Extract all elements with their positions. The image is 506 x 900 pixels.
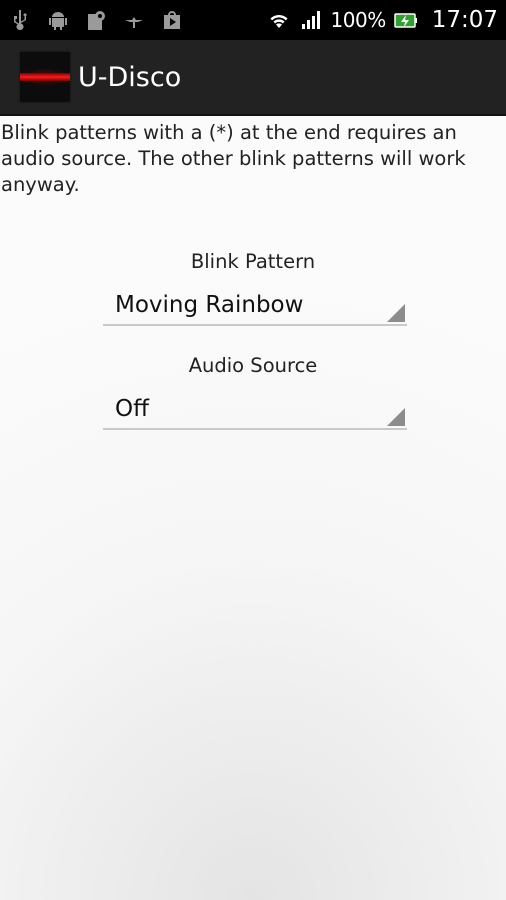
clock: 17:07 xyxy=(431,7,498,33)
battery-charging-icon xyxy=(393,8,418,32)
blink-pattern-label: Blink Pattern xyxy=(190,250,316,273)
android-debug-icon xyxy=(46,8,70,32)
play-store-icon xyxy=(160,8,184,32)
media-icon xyxy=(84,8,108,32)
info-text: Blink patterns with a (*) at the end req… xyxy=(1,121,466,196)
blink-pattern-spinner[interactable]: Moving Rainbow xyxy=(103,286,407,326)
app-icon[interactable] xyxy=(20,52,70,102)
audio-source-spinner[interactable]: Off xyxy=(103,390,407,430)
app-title: U-Disco xyxy=(78,61,182,93)
app-icon-stripe xyxy=(20,73,70,81)
status-bar: 100% 17:07 xyxy=(0,0,506,40)
wifi-icon xyxy=(267,8,291,32)
battery-percent: 100% xyxy=(330,8,387,32)
system-icons: 100% 17:07 xyxy=(267,7,498,33)
blink-pattern-value: Moving Rainbow xyxy=(115,292,304,318)
audio-source-value: Off xyxy=(115,396,149,422)
audio-source-label: Audio Source xyxy=(188,354,318,377)
satellite-icon xyxy=(122,8,146,32)
action-bar: U-Disco xyxy=(0,40,506,116)
dropdown-arrow-icon xyxy=(387,408,405,426)
dropdown-arrow-icon xyxy=(387,304,405,322)
notification-icons xyxy=(8,8,184,32)
usb-icon xyxy=(8,8,32,32)
signal-icon xyxy=(299,8,323,32)
